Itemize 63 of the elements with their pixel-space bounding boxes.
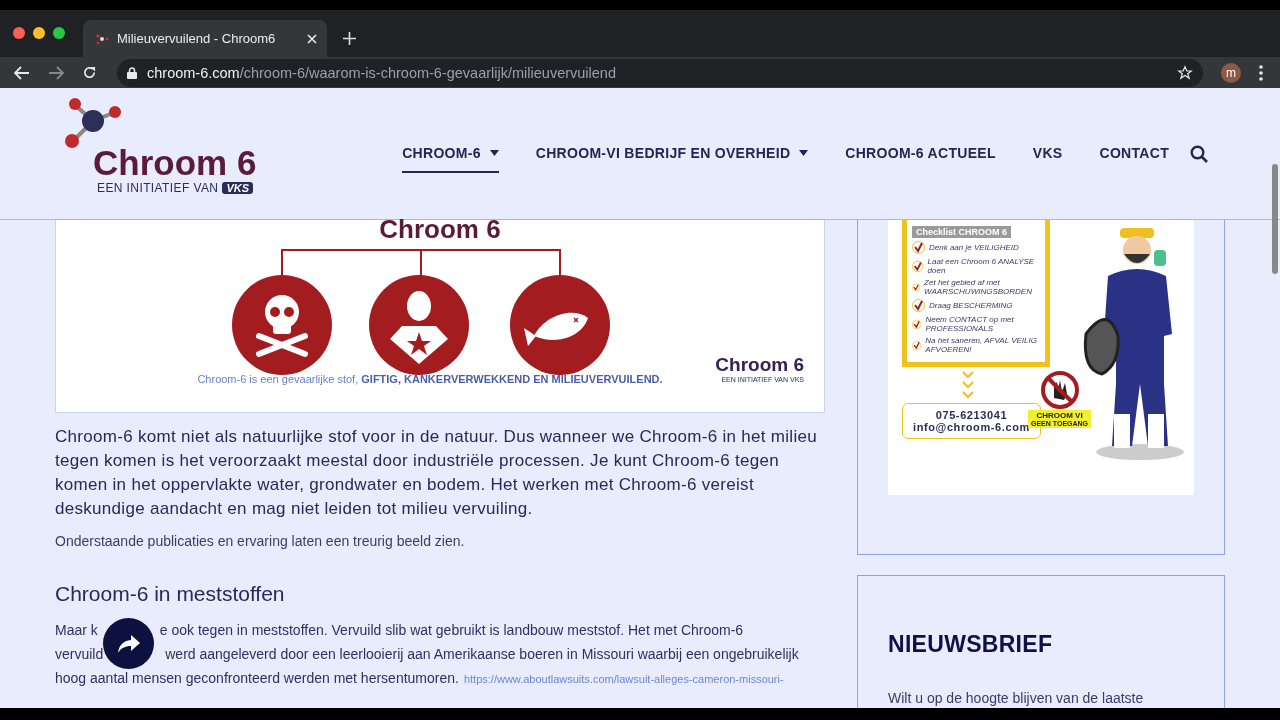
checkmark-icon (912, 241, 925, 254)
section-heading: Chroom-6 in meststoffen (55, 581, 286, 607)
checklist-title: Checklist CHROOM 6 (912, 226, 1012, 238)
molecule-icon (95, 32, 109, 45)
note-paragraph: Onderstaande publicaties en ervaring laten een treurig beeld zien. (55, 532, 466, 551)
back-icon[interactable] (14, 65, 30, 80)
checklist-item: Na het saneren, AFVAL VEILIG AFVOEREN! (925, 336, 1038, 354)
nav-link[interactable]: VKS (1032, 134, 1063, 173)
person-icon (369, 275, 469, 375)
share-icon (117, 634, 140, 653)
reload-icon[interactable] (82, 65, 97, 80)
fish-icon (510, 275, 610, 375)
nav-link[interactable]: CHROOM-VI BEDRIJF EN OVERHEID (535, 134, 809, 173)
chevrons-icon (962, 371, 974, 399)
paragraph-text: vervuild (55, 646, 104, 662)
tab-title: Milieuvervuilend - Chroom6 (117, 31, 277, 46)
lock-icon (127, 66, 137, 79)
nav-link[interactable]: CHROOM-6 ACTUEEL (845, 134, 996, 173)
address-field[interactable]: chroom-6.com/chroom-6/waarom-is-chroom-6-gevaarlijk/milieuvervuilend (117, 58, 1203, 87)
close-window-icon[interactable] (13, 27, 25, 39)
checkmark-icon (912, 317, 922, 331)
checklist-item: Denk aan je VEILIGHEID (929, 243, 1019, 252)
search-icon[interactable] (1190, 144, 1208, 163)
skull-icon (232, 275, 332, 375)
banner-title: Chroom 6 (379, 216, 501, 242)
no-entry-icon (1039, 370, 1080, 410)
nav-link[interactable]: CONTACT (1099, 134, 1169, 173)
browser-tab[interactable]: Milieuvervuilend - Chroom6 (83, 20, 327, 57)
paragraph-text: hoog aantal mensen geconfronteerd werden met hersentumoren. (55, 670, 459, 686)
scrollbar-thumb[interactable] (1272, 164, 1278, 274)
new-tab-icon[interactable] (343, 32, 356, 45)
nav-link[interactable]: CHROOM-6 (402, 134, 499, 173)
checkmark-icon (912, 280, 921, 294)
close-icon[interactable] (307, 33, 317, 44)
paragraph-text: werd aangeleverd door een leerlooierij aan Amerikaanse boeren in Missouri waarbij een ongebruikelijk (165, 646, 799, 662)
banner-caption: Chroom-6 is een gevaarlijke stof, GIFTIG, KANKERVERWEKKEND EN MILIEUVERVUILEND. (196, 373, 664, 387)
logo-name: Chroom 6 (92, 144, 257, 181)
paragraph-text: Maar k (55, 622, 98, 638)
forward-icon[interactable] (48, 65, 64, 80)
checkmark-icon (912, 259, 924, 273)
banner-logo-name: Chroom 6 (715, 354, 804, 376)
checklist-item: Neem CONTACT op met PROFESSIONALS (925, 315, 1015, 333)
newsletter-text: Wilt u op de hoogte blijven van de laatste (888, 690, 1145, 706)
checklist-item: Zet het gebied af met WAARSCHUWINGSBORDEN (924, 278, 1033, 296)
checklist-item: Laat een Chroom 6 ANALYSE doen (927, 257, 1036, 275)
share-button[interactable] (103, 618, 154, 669)
menu-icon[interactable] (1259, 64, 1263, 81)
checklist-item: Draag BESCHERMING (929, 301, 1013, 310)
newsletter-heading: NIEUWSBRIEF (888, 631, 1054, 658)
paragraph-text: e ook tegen in meststoffen. Vervuild slib wat gebruikt is landbouw meststof. Het met Chroom-6 (159, 622, 744, 638)
checkmark-icon (912, 338, 922, 352)
phone-number: 075-6213041 (935, 409, 1008, 421)
warning-title: CHROOM VI (1036, 411, 1083, 420)
star-icon[interactable] (1177, 64, 1193, 81)
maximize-window-icon[interactable] (53, 27, 65, 39)
site-logo[interactable]: Chroom 6 EEN INITIATIEF VAN VKS (63, 94, 257, 195)
email-address: info@chroom-6.com (913, 421, 1030, 433)
profile-avatar[interactable]: m (1221, 62, 1241, 83)
minimize-window-icon[interactable] (33, 27, 45, 39)
checkmark-icon (912, 299, 925, 312)
intro-paragraph: Chroom-6 komt niet als natuurlijke stof voor in de natuur. Dus wanneer we Chroom-6 in het milieu tegen komen is het veroorzaakt meestal door industriële processen. Je kunt Chroom-6 tegen komen in het oppervlakte water, grondwater en bodem. Het werken met Chroom-6 vereist deskundige aandacht en mag niet leiden tot milieu vervuiling. (55, 426, 819, 520)
logo-badge: VKS (222, 181, 254, 194)
logo-tagline: EEN INITIATIEF VAN (97, 180, 219, 195)
